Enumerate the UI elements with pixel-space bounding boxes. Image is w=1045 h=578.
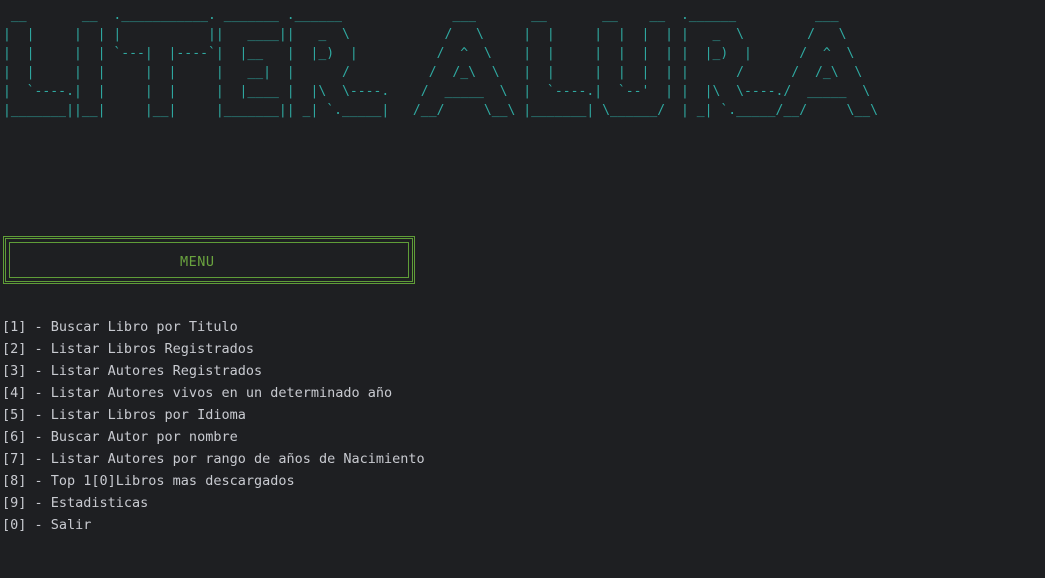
menu-option-buscar-libro: [1] - Buscar Libro por Titulo [2, 319, 238, 335]
menu-box: MENU [3, 236, 415, 284]
banner-line: __ __ .___________. _______ .______ ___ … [3, 8, 839, 23]
menu-option-salir: [0] - Salir [2, 517, 92, 533]
menu-options-list: [1] - Buscar Libro por Titulo [2] - List… [2, 316, 425, 536]
ascii-banner: __ __ .___________. _______ .______ ___ … [3, 6, 878, 120]
banner-line: | | | | `---| |----`| |__ | |_) | / ^ \ … [3, 46, 855, 61]
menu-option-buscar-autor: [6] - Buscar Autor por nombre [2, 429, 238, 445]
menu-option-top-libros: [8] - Top 1[0]Libros mas descargados [2, 473, 295, 489]
banner-line: |_______||__| |__| |_______|| _| `._____… [3, 103, 879, 118]
menu-option-libros-idioma: [5] - Listar Libros por Idioma [2, 407, 246, 423]
menu-option-listar-autores: [3] - Listar Autores Registrados [2, 363, 263, 379]
menu-option-estadisticas: [9] - Estadisticas [2, 495, 149, 511]
terminal-output: __ __ .___________. _______ .______ ___ … [0, 0, 1045, 578]
menu-title: MENU [180, 254, 215, 270]
menu-option-listar-libros: [2] - Listar Libros Registrados [2, 341, 254, 357]
banner-line: | | | | | | | __| | / / /_\ \ | | | | | … [3, 65, 863, 80]
banner-line: | | | | | || ____|| _ \ / \ | | | | | | … [3, 27, 847, 42]
menu-option-autores-rango: [7] - Listar Autores por rango de años d… [2, 451, 425, 467]
menu-option-autores-vivos: [4] - Listar Autores vivos en un determi… [2, 385, 393, 401]
banner-line: | `----.| | | | | |____ | |\ \----. / __… [3, 84, 871, 99]
